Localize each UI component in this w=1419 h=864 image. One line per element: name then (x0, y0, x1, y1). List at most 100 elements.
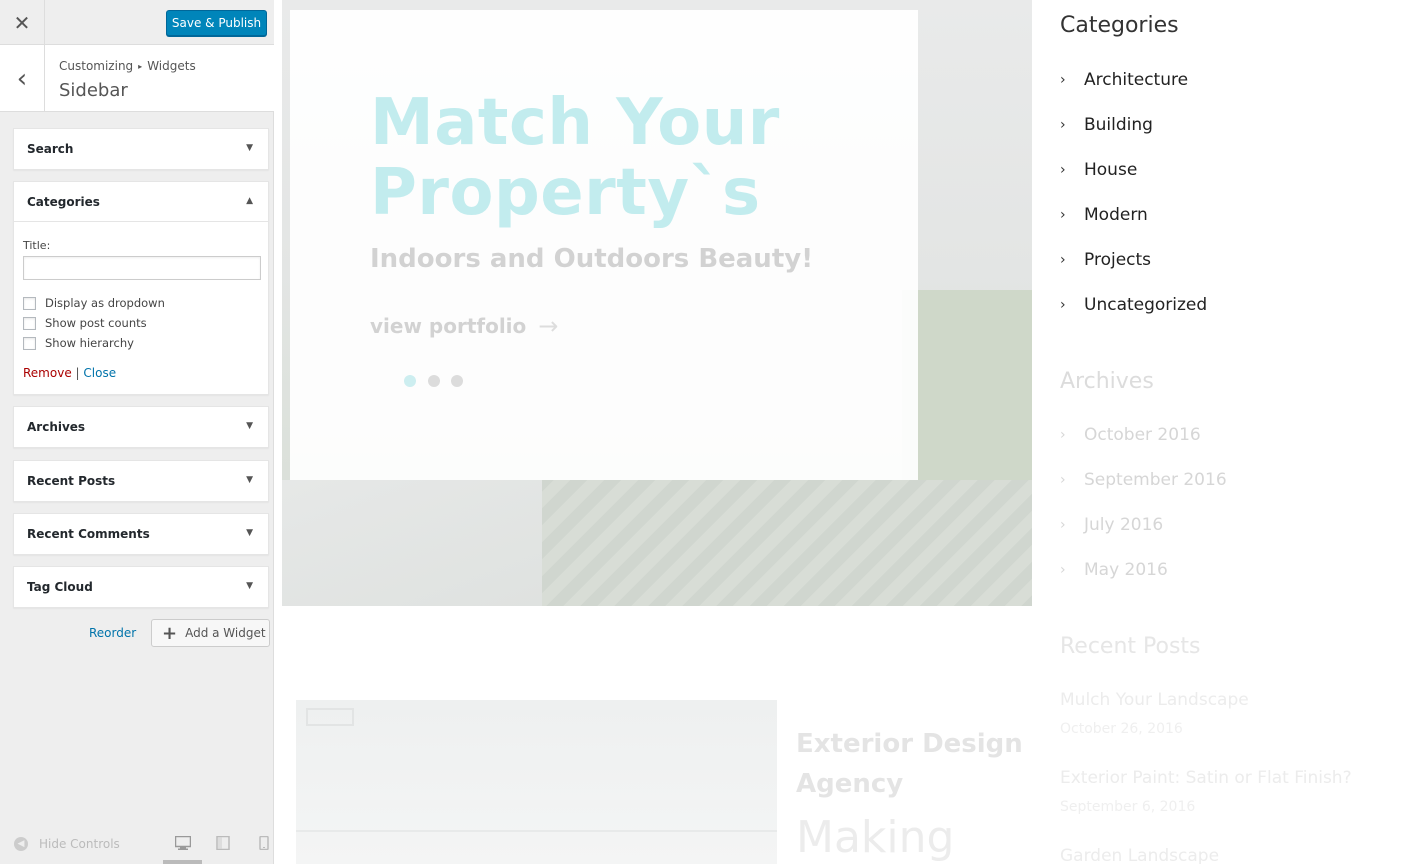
archive-link[interactable]: › October 2016 (1060, 425, 1201, 445)
widget-recent-posts[interactable]: Recent Posts ▼ (13, 460, 269, 502)
recent-post-link[interactable]: Mulch Your Landscape (1060, 690, 1249, 710)
save-publish-button[interactable]: Save & Publish (166, 10, 267, 36)
hero-background-wall (282, 480, 542, 606)
archive-link[interactable]: › May 2016 (1060, 560, 1168, 580)
category-link-uncategorized[interactable]: › Uncategorized (1060, 295, 1207, 315)
chevron-right-icon: › (1060, 207, 1066, 223)
expand-arrow-icon[interactable]: ▼ (246, 143, 253, 153)
hero-title-line: Property`s (370, 156, 761, 230)
widget-recent-comments[interactable]: Recent Comments ▼ (13, 513, 269, 555)
option-show-post-counts[interactable]: Show post counts (23, 316, 147, 330)
slider-dot-2[interactable] (428, 375, 440, 387)
chevron-right-icon: › (1060, 297, 1066, 313)
widget-tag-cloud[interactable]: Tag Cloud ▼ (13, 566, 269, 608)
desktop-icon[interactable] (175, 836, 191, 850)
category-label: Projects (1084, 250, 1152, 270)
active-device-indicator (163, 860, 202, 864)
view-portfolio-link[interactable]: view portfolio → (370, 312, 558, 340)
checkbox[interactable] (23, 316, 36, 330)
image-detail (306, 708, 354, 726)
expand-arrow-icon[interactable]: ▼ (246, 421, 253, 431)
slider-dot-3[interactable] (451, 375, 463, 387)
agency-image (296, 700, 777, 864)
sidebar-archives-title: Archives (1060, 369, 1154, 394)
archive-link[interactable]: › September 2016 (1060, 470, 1227, 490)
hero-subtitle: Indoors and Outdoors Beauty! (370, 244, 814, 274)
agency-subheading: Making (796, 812, 955, 863)
checkbox[interactable] (23, 336, 36, 350)
widget-title-search[interactable]: Search ▼ (14, 129, 268, 169)
category-label: House (1084, 160, 1138, 180)
option-display-dropdown[interactable]: Display as dropdown (23, 296, 165, 310)
widget-title-tag-cloud[interactable]: Tag Cloud ▼ (14, 567, 268, 607)
recent-post-date: September 6, 2016 (1060, 799, 1196, 815)
view-portfolio-label: view portfolio (370, 314, 527, 338)
category-link-house[interactable]: › House (1060, 160, 1137, 180)
expand-arrow-icon[interactable]: ▼ (246, 581, 253, 591)
recent-post-link[interactable]: Garden Landscape (1060, 846, 1219, 864)
checkbox-label: Show post counts (45, 316, 147, 330)
category-label: Architecture (1084, 70, 1189, 90)
checkbox-label: Show hierarchy (45, 336, 134, 350)
widget-title-label: Categories (27, 194, 100, 209)
back-button[interactable]: ‹ (0, 45, 45, 112)
archive-label: September 2016 (1084, 470, 1227, 490)
widget-archives[interactable]: Archives ▼ (13, 406, 269, 448)
chevron-right-icon: › (1060, 472, 1066, 488)
hero-title-line: Match Your (370, 86, 780, 160)
breadcrumb: Customizing ▸ Widgets (59, 59, 196, 73)
category-link-projects[interactable]: › Projects (1060, 250, 1151, 270)
category-link-architecture[interactable]: › Architecture (1060, 70, 1188, 90)
category-label: Modern (1084, 205, 1148, 225)
widget-title-archives[interactable]: Archives ▼ (14, 407, 268, 447)
close-link[interactable]: Close (83, 366, 116, 380)
widget-title-label: Search (27, 142, 74, 156)
checkbox-label: Display as dropdown (45, 296, 165, 310)
action-divider: | (75, 366, 80, 380)
widget-title-label: Recent Posts (27, 474, 116, 488)
archive-label: May 2016 (1084, 560, 1168, 580)
sidebar-categories-title: Categories (1060, 13, 1179, 38)
site-preview: Match Your Property`s Indoors and Outdoo… (274, 0, 1419, 864)
archive-link[interactable]: › July 2016 (1060, 515, 1163, 535)
chevron-right-icon: › (1060, 72, 1066, 88)
collapse-icon: ◀ (14, 837, 28, 851)
add-widget-button[interactable]: + Add a Widget (151, 619, 270, 647)
image-detail (296, 830, 777, 832)
title-field[interactable] (23, 256, 261, 280)
category-link-modern[interactable]: › Modern (1060, 205, 1148, 225)
widget-search[interactable]: Search ▼ (13, 128, 269, 170)
option-show-hierarchy[interactable]: Show hierarchy (23, 336, 134, 350)
chevron-right-icon: › (1060, 427, 1066, 443)
recent-post-date: October 26, 2016 (1060, 721, 1183, 737)
close-customizer-button[interactable]: ✕ (0, 0, 45, 45)
hide-controls-button[interactable]: ◀ Hide Controls (14, 837, 120, 851)
breadcrumb-root: Customizing (59, 59, 134, 73)
widget-title-label: Recent Comments (27, 527, 150, 541)
hero-title: Match Your Property`s (370, 88, 780, 228)
agency-title: Exterior Design Agency (796, 729, 1023, 799)
hide-controls-label: Hide Controls (39, 837, 120, 851)
archive-label: July 2016 (1084, 515, 1164, 535)
widget-actions: Remove | Close (23, 366, 116, 380)
widget-title-recent-comments[interactable]: Recent Comments ▼ (14, 514, 268, 554)
tablet-icon[interactable] (215, 836, 231, 850)
checkbox[interactable] (23, 296, 36, 310)
expand-arrow-icon[interactable]: ▼ (246, 528, 253, 538)
collapse-arrow-icon[interactable]: ▲ (246, 196, 253, 206)
archive-label: October 2016 (1084, 425, 1201, 445)
breadcrumb-current: Widgets (147, 59, 196, 73)
mobile-icon[interactable] (256, 836, 272, 850)
remove-link[interactable]: Remove (23, 366, 72, 380)
recent-post-link[interactable]: Exterior Paint: Satin or Flat Finish? (1060, 768, 1352, 788)
reorder-link[interactable]: Reorder (89, 626, 136, 640)
widget-title-recent-posts[interactable]: Recent Posts ▼ (14, 461, 268, 501)
title-field-label: Title: (23, 239, 51, 252)
expand-arrow-icon[interactable]: ▼ (246, 475, 253, 485)
category-link-building[interactable]: › Building (1060, 115, 1153, 135)
widget-title-categories[interactable]: Categories ▲ (14, 182, 268, 222)
chevron-left-icon: ‹ (16, 63, 28, 94)
customizer-footer: ◀ Hide Controls (0, 825, 274, 864)
widget-title-label: Archives (27, 420, 86, 434)
slider-dot-1[interactable] (404, 375, 416, 387)
